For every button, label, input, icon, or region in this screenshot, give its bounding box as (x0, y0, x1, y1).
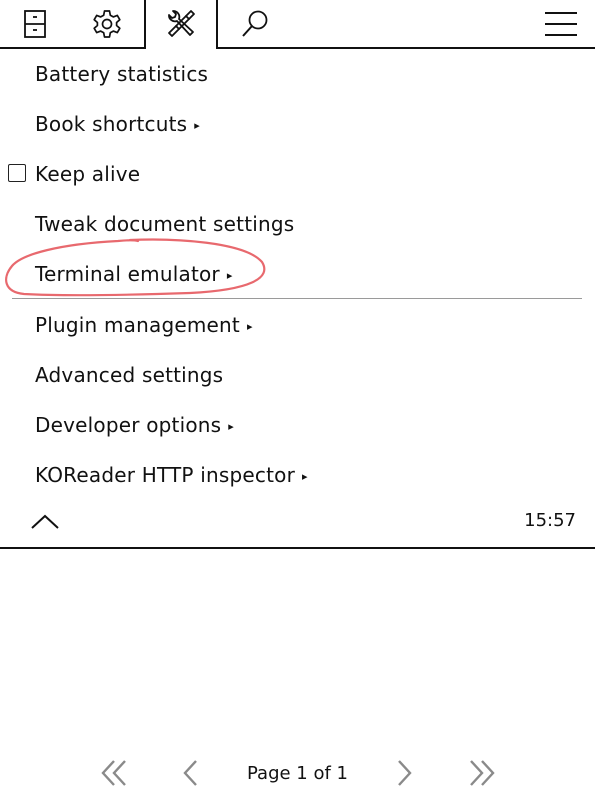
menu-item-label: Plugin management (35, 313, 240, 337)
menu-item-label: Advanced settings (35, 363, 224, 387)
menu-item-koreader-http-inspector[interactable]: KOReader HTTP inspector ▸ (0, 450, 595, 500)
submenu-arrow-icon: ▸ (246, 319, 253, 333)
submenu-arrow-icon: ▸ (228, 419, 235, 433)
keep-alive-checkbox[interactable] (8, 164, 26, 182)
tab-file-browser[interactable] (0, 0, 70, 48)
menu-item-label: Battery statistics (35, 62, 209, 86)
submenu-arrow-icon: ▸ (302, 469, 308, 483)
active-tab-border-right (216, 0, 218, 49)
hamburger-menu-icon (545, 12, 577, 36)
menu-item-battery-statistics[interactable]: Battery statistics (0, 49, 595, 99)
tab-search[interactable] (220, 0, 290, 48)
submenu-arrow-icon: ▸ (226, 268, 233, 282)
next-page-chevron-icon[interactable] (395, 758, 415, 788)
page-indicator[interactable]: Page 1 of 1 (0, 763, 595, 784)
menu-item-advanced-settings[interactable]: Advanced settings (0, 350, 595, 400)
pagination-bar: Page 1 of 1 (0, 752, 595, 796)
chevron-up-icon[interactable] (30, 510, 60, 532)
menu-item-keep-alive[interactable]: Keep alive (0, 149, 595, 199)
menu-item-book-shortcuts[interactable]: Book shortcuts ▸ (0, 99, 595, 149)
menu-item-terminal-emulator[interactable]: Terminal emulator ▸ (0, 249, 595, 299)
tab-tools[interactable] (146, 0, 216, 48)
last-page-chevrons-icon[interactable] (466, 758, 496, 788)
menu-item-developer-options[interactable]: Developer options ▸ (0, 400, 595, 450)
menu-footer: 15:57 (0, 498, 595, 546)
tab-settings[interactable] (72, 0, 142, 48)
menu-item-tweak-document-settings[interactable]: Tweak document settings (0, 199, 595, 249)
menu-item-label: KOReader HTTP inspector (35, 463, 295, 487)
menu-item-label: Book shortcuts (35, 112, 188, 136)
menu-separator (12, 298, 582, 299)
filing-cabinet-icon (24, 10, 46, 38)
menu-item-label: Tweak document settings (35, 212, 295, 236)
submenu-arrow-icon: ▸ (194, 118, 200, 132)
tools-icon (168, 10, 195, 37)
tab-bar (0, 0, 595, 49)
menu-item-plugin-management[interactable]: Plugin management ▸ (0, 300, 595, 350)
clock-time: 15:57 (524, 510, 576, 531)
search-icon (242, 10, 268, 37)
menu-item-label: Terminal emulator (35, 262, 220, 286)
menu-item-label: Keep alive (35, 162, 141, 186)
tab-main-menu[interactable] (527, 0, 595, 48)
menu-bottom-border (0, 547, 595, 549)
gear-icon (93, 10, 121, 38)
menu-item-label: Developer options (35, 413, 222, 437)
